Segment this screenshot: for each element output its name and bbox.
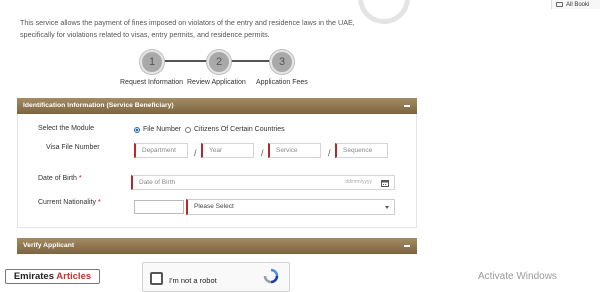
emirates-articles-logo: Emirates Articles <box>5 269 100 284</box>
dob-input[interactable]: Date of Birth dd/mm/yyyy <box>131 175 395 190</box>
folder-icon <box>556 2 563 7</box>
service-description: This service allows the payment of fines… <box>20 18 355 39</box>
step-1-circle: 1 <box>140 50 164 74</box>
radio-selected-icon[interactable] <box>134 126 140 133</box>
department-input[interactable]: Department <box>134 143 188 158</box>
separator-2: / <box>261 148 264 158</box>
year-input[interactable]: Year <box>201 143 254 158</box>
verify-panel-title: Verify Applicant <box>23 242 75 249</box>
verify-panel-header[interactable]: Verify Applicant <box>17 238 417 254</box>
separator-1: / <box>194 148 197 158</box>
service-input[interactable]: Service <box>268 143 321 158</box>
nationality-label: Current Nationality * <box>38 199 101 206</box>
module-option-citizens[interactable]: Citizens Of Certain Countries <box>185 126 285 133</box>
calendar-icon[interactable] <box>381 179 389 187</box>
recaptcha-checkbox[interactable] <box>150 272 163 285</box>
sequence-input[interactable]: Sequence <box>335 143 388 158</box>
visa-file-label: Visa File Number <box>46 144 100 151</box>
nationality-code-input[interactable] <box>134 200 184 214</box>
all-bookmarks-button[interactable]: All Booki <box>551 0 600 9</box>
progress-circle <box>358 0 410 24</box>
radio-unselected-icon[interactable] <box>185 126 191 133</box>
chevron-down-icon <box>385 206 389 209</box>
separator-3: / <box>328 148 331 158</box>
dob-format-hint: dd/mm/yyyy <box>345 179 372 185</box>
all-bookmarks-label: All Booki <box>566 1 590 8</box>
collapse-icon[interactable] <box>404 245 410 247</box>
step-1-label: Request Information <box>120 79 184 86</box>
identification-panel-title: Identification Information (Service Bene… <box>23 102 174 109</box>
select-module-label: Select the Module <box>38 125 95 132</box>
step-3-label: Application Fees <box>256 79 308 86</box>
module-option-file-number[interactable]: File Number <box>134 126 181 133</box>
step-2-circle: 2 <box>207 50 231 74</box>
collapse-icon[interactable] <box>404 105 410 107</box>
recaptcha-label: I'm not a robot <box>169 276 217 285</box>
step-2-label: Review Application <box>187 79 246 86</box>
nationality-select[interactable]: Please Select <box>186 199 395 215</box>
step-3-circle: 3 <box>270 50 294 74</box>
activate-windows-watermark: Activate Windows <box>478 271 557 282</box>
dob-label: Date of Birth * <box>38 175 82 182</box>
recaptcha-logo-icon <box>263 268 279 284</box>
identification-panel-header[interactable]: Identification Information (Service Bene… <box>17 98 417 114</box>
